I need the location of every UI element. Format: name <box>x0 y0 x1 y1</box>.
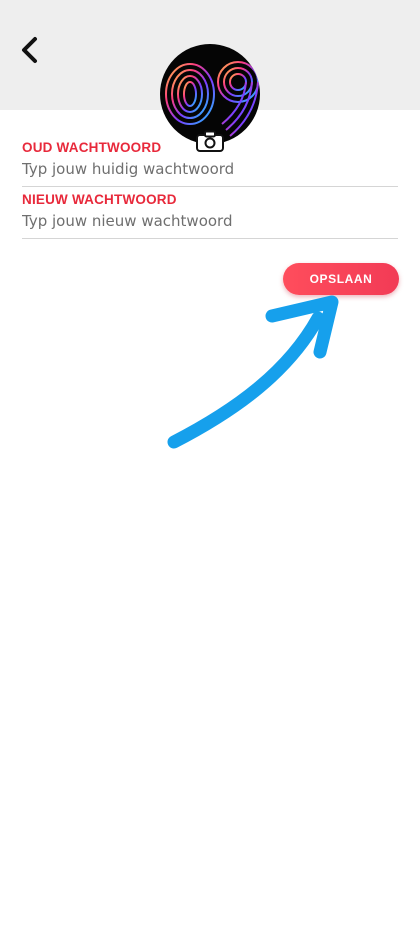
back-button[interactable] <box>14 34 46 66</box>
new-password-input[interactable] <box>22 210 398 239</box>
profile-avatar[interactable] <box>160 44 260 152</box>
new-password-label: NIEUW WACHTWOORD <box>22 192 177 207</box>
avatar-logo-graphic <box>165 61 259 137</box>
change-password-screen: OUD WACHTWOORD NIEUW WACHTWOORD OPSLAAN <box>0 0 420 936</box>
password-form: OUD WACHTWOORD NIEUW WACHTWOORD <box>22 138 398 242</box>
save-button[interactable]: OPSLAAN <box>283 263 399 295</box>
old-password-field: OUD WACHTWOORD <box>22 138 398 190</box>
old-password-label: OUD WACHTWOORD <box>22 140 162 155</box>
chevron-left-icon <box>22 37 37 63</box>
new-password-field: NIEUW WACHTWOORD <box>22 190 398 242</box>
avatar-image <box>160 44 260 144</box>
old-password-input[interactable] <box>22 158 398 187</box>
